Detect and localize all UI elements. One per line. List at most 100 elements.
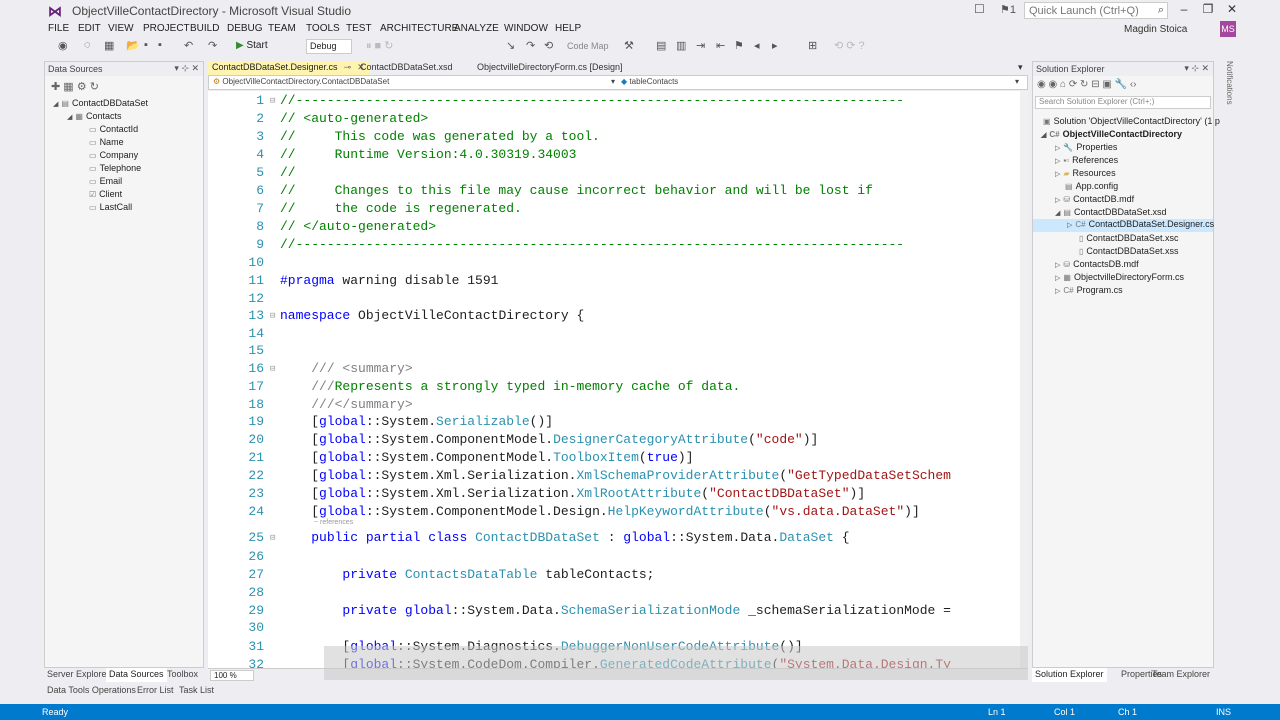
se-tree-item[interactable]: ▷ ▪▫ References bbox=[1055, 155, 1118, 165]
se-tree-item[interactable]: ▷ ⛁ ContactDB.mdf bbox=[1055, 194, 1134, 204]
step-over-icon[interactable]: ↷ bbox=[526, 39, 535, 52]
code-line[interactable]: 26 bbox=[208, 548, 1018, 566]
indent-icon[interactable]: ⇥ bbox=[696, 39, 705, 52]
code-line[interactable]: 10 bbox=[208, 254, 1018, 272]
configuration-select[interactable]: Debug bbox=[306, 39, 352, 54]
refresh-icon[interactable]: ↻ bbox=[1080, 79, 1088, 90]
code-line[interactable]: 22 [global::System.Xml.Serialization.Xml… bbox=[208, 467, 1018, 485]
avatar[interactable]: MS bbox=[1220, 21, 1236, 37]
type-dropdown[interactable]: ⚙ ObjectVilleContactDirectory.ContactDBD… bbox=[213, 77, 389, 86]
attach-icon[interactable]: ⊞ bbox=[808, 39, 817, 52]
code-line[interactable]: 9 //-------------------------------------… bbox=[208, 236, 1018, 254]
code-line[interactable]: 25 ⊟ public partial class ContactDBDataSe… bbox=[208, 529, 1018, 547]
se-tree-item[interactable]: ▷ C# Program.cs bbox=[1055, 285, 1123, 295]
code-line[interactable]: 6 // Changes to this file may cause incor… bbox=[208, 182, 1018, 200]
back-icon[interactable]: ◉ bbox=[1037, 79, 1046, 90]
fold-toggle-icon[interactable]: ⊟ bbox=[270, 307, 275, 325]
code-map-button[interactable]: Code Map bbox=[567, 41, 609, 51]
close-button[interactable]: ✕ bbox=[1220, 2, 1244, 20]
code-line[interactable]: 18 ///</summary> bbox=[208, 396, 1018, 414]
code-line[interactable]: 23 [global::System.Xml.Serialization.Xml… bbox=[208, 485, 1018, 503]
code-line[interactable]: 5 // bbox=[208, 164, 1018, 182]
panel-controls[interactable]: ▾ ⊹ ✕ bbox=[1184, 63, 1209, 74]
menu-view[interactable]: VIEW bbox=[108, 23, 134, 34]
tab-server-explorer[interactable]: Server Explorer bbox=[44, 668, 113, 682]
se-tree-item[interactable]: ◢ C# ObjectVilleContactDirectory bbox=[1041, 129, 1182, 139]
tab-toolbox[interactable]: Toolbox bbox=[164, 668, 201, 682]
undo-icon[interactable]: ↶ bbox=[184, 39, 193, 52]
open-file-icon[interactable]: 📂 bbox=[126, 39, 140, 52]
fold-toggle-icon[interactable]: ⊟ bbox=[270, 92, 275, 110]
code-line[interactable]: 16 ⊟ /// <summary> bbox=[208, 360, 1018, 378]
configure-icon[interactable]: ⚙ bbox=[77, 81, 87, 93]
menu-team[interactable]: TEAM bbox=[268, 23, 296, 34]
search-icon[interactable]: ⌕ bbox=[1158, 4, 1164, 17]
code-line[interactable]: 1 ⊟ //------------------------------------… bbox=[208, 92, 1018, 110]
forward-icon[interactable]: ◌ bbox=[84, 39, 91, 51]
notification-flag-icon[interactable]: ⚑1 bbox=[1000, 3, 1016, 16]
type-dropdown-arrow[interactable]: ▾ bbox=[611, 77, 615, 86]
ds-tree-item[interactable]: ◢ ▤ ContactDBDataSet bbox=[53, 98, 148, 108]
code-line[interactable]: 14 bbox=[208, 325, 1018, 343]
refresh-icon[interactable]: ↻ bbox=[90, 81, 99, 93]
tab-designer-cs[interactable]: ContactDBDataSet.Designer.cs ⊸ ✕ bbox=[208, 61, 369, 75]
new-project-icon[interactable]: ▦ bbox=[104, 39, 114, 52]
ds-tree-item[interactable]: ◢ ▦ Contacts bbox=[67, 111, 121, 121]
add-data-source-icon[interactable]: ✚ bbox=[51, 81, 60, 93]
maximize-button[interactable]: ❐ bbox=[1196, 2, 1220, 20]
ds-tree-item[interactable]: ▭ Telephone bbox=[89, 163, 141, 173]
code-line[interactable]: 27 private ContactsDataTable tableContac… bbox=[208, 566, 1018, 584]
se-tree-item[interactable]: ▯ ContactDBDataSet.xsc bbox=[1079, 233, 1178, 243]
ds-tree-item[interactable]: ☑ Client bbox=[89, 189, 122, 199]
uncomment-icon[interactable]: ▥ bbox=[676, 39, 686, 52]
tab-dataset-xsd[interactable]: ContactDBDataSet.xsd bbox=[356, 61, 457, 75]
ds-tree-item[interactable]: ▭ Name bbox=[89, 137, 124, 147]
back-icon[interactable]: ◉ bbox=[58, 39, 68, 52]
edit-dataset-icon[interactable]: ▦ bbox=[63, 81, 73, 93]
menu-project[interactable]: PROJECT bbox=[143, 23, 190, 34]
tab-solution-explorer[interactable]: Solution Explorer bbox=[1032, 668, 1107, 682]
member-dropdown[interactable]: ◆ tableContacts bbox=[621, 77, 678, 86]
quick-launch-input[interactable]: Quick Launch (Ctrl+Q) ⌕ bbox=[1024, 2, 1168, 19]
feedback-icon[interactable]: ☐ bbox=[974, 2, 985, 16]
next-bookmark-icon[interactable]: ▸ bbox=[772, 39, 778, 52]
se-tree-item[interactable]: ▷ ⛁ ContactsDB.mdf bbox=[1055, 259, 1139, 269]
forward-icon[interactable]: ◉ bbox=[1049, 79, 1058, 90]
code-line[interactable]: 30 bbox=[208, 619, 1018, 637]
code-line[interactable]: 3 // This code was generated by a tool. bbox=[208, 128, 1018, 146]
tab-error-list[interactable]: Error List bbox=[134, 684, 177, 698]
view-code-icon[interactable]: ‹› bbox=[1130, 79, 1137, 90]
se-tree-item[interactable]: ▯ ContactDBDataSet.xss bbox=[1079, 246, 1178, 256]
code-line[interactable]: 2 // <auto-generated> bbox=[208, 110, 1018, 128]
se-tree-item[interactable]: ▷ ▰ Resources bbox=[1055, 168, 1116, 178]
code-line[interactable]: 8 // </auto-generated> bbox=[208, 218, 1018, 236]
se-tree-item[interactable]: ▤ App.config bbox=[1065, 181, 1118, 191]
code-line[interactable]: 4 // Runtime Version:4.0.30319.34003 bbox=[208, 146, 1018, 164]
member-dropdown-arrow[interactable]: ▾ bbox=[1015, 77, 1019, 86]
collapse-all-icon[interactable]: ⊟ bbox=[1091, 79, 1099, 90]
ds-tree-item[interactable]: ▭ Company bbox=[89, 150, 138, 160]
code-line[interactable]: 28 bbox=[208, 584, 1018, 602]
minimize-button[interactable]: – bbox=[1172, 2, 1196, 20]
se-tree-item[interactable]: ▷ 🔧 Properties bbox=[1055, 142, 1117, 152]
code-map-icon[interactable]: ⟲ bbox=[544, 39, 553, 52]
editor-scrollbar[interactable] bbox=[1020, 91, 1028, 668]
fold-toggle-icon[interactable]: ⊟ bbox=[270, 529, 275, 547]
se-tree-item[interactable]: ▣ Solution 'ObjectVilleContactDirectory' … bbox=[1043, 116, 1220, 126]
code-line[interactable]: 15 bbox=[208, 342, 1018, 360]
bookmark-icon[interactable]: ⚑ bbox=[734, 39, 744, 52]
menu-window[interactable]: WINDOW bbox=[504, 23, 548, 34]
panel-controls[interactable]: ▾ ⊹ ✕ bbox=[174, 63, 199, 74]
tab-directory-form-design[interactable]: ObjectvilleDirectoryForm.cs [Design] bbox=[473, 61, 627, 75]
notifications-side-tab[interactable]: Notifications bbox=[1220, 61, 1234, 161]
code-line[interactable]: 12 bbox=[208, 290, 1018, 308]
tab-task-list[interactable]: Task List bbox=[176, 684, 217, 698]
se-tree-item[interactable]: ◢ ▤ ContactDBDataSet.xsd bbox=[1055, 207, 1167, 217]
code-line[interactable]: 21 [global::System.ComponentModel.Toolbo… bbox=[208, 449, 1018, 467]
code-line[interactable]: 20 [global::System.ComponentModel.Design… bbox=[208, 431, 1018, 449]
menu-file[interactable]: FILE bbox=[48, 23, 69, 34]
save-all-icon[interactable]: ▪ bbox=[158, 39, 162, 51]
save-icon[interactable]: ▪ bbox=[144, 39, 148, 51]
code-line[interactable]: 29 private global::System.Data.SchemaSer… bbox=[208, 602, 1018, 620]
menu-edit[interactable]: EDIT bbox=[78, 23, 101, 34]
